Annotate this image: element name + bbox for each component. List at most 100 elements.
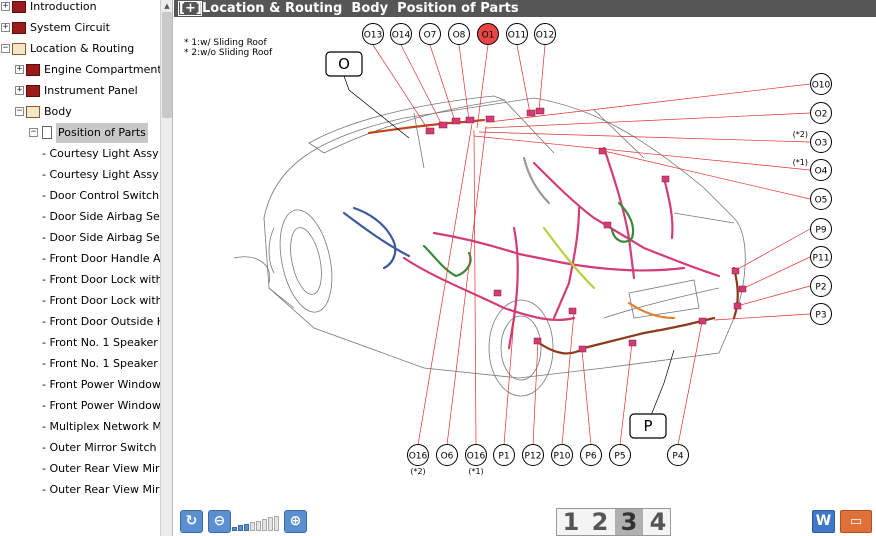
- connector-note: (*2): [410, 467, 425, 476]
- tree-item-label: Body: [44, 105, 72, 118]
- group-labels: O P: [325, 51, 667, 439]
- expand-icon[interactable]: +: [15, 65, 24, 74]
- tree-item[interactable]: + Introduction: [0, 0, 160, 17]
- zoom-step[interactable]: [232, 527, 237, 531]
- tree-item[interactable]: - Front Door Lock with Motor: [0, 270, 160, 290]
- tree-item[interactable]: - Courtesy Light Assy: [0, 144, 160, 164]
- footnote: * 1:w/ Sliding Roof: [184, 38, 267, 48]
- collapse-icon[interactable]: −: [15, 107, 24, 116]
- connector-p11[interactable]: P11: [810, 246, 832, 268]
- tree-item[interactable]: - Door Side Airbag Sensor: [0, 207, 160, 227]
- connector-o13[interactable]: O13: [362, 23, 384, 45]
- tree-item[interactable]: - Outer Rear View Mirror: [0, 459, 160, 479]
- zoom-step[interactable]: [238, 525, 243, 531]
- tree-item[interactable]: - Front Power Window Motor: [0, 375, 160, 395]
- tree-item[interactable]: - Courtesy Light Assy: [0, 165, 160, 185]
- connector-o10[interactable]: O10: [810, 73, 832, 95]
- tree-item[interactable]: − Position of Parts: [0, 123, 160, 143]
- connector-o5[interactable]: O5: [810, 188, 832, 210]
- zoom-in-button[interactable]: ⊕: [284, 510, 307, 533]
- connector-o8[interactable]: O8: [448, 23, 470, 45]
- tree-item-label: - Front No. 1 Speaker: [42, 357, 158, 370]
- footnote: * 2:w/o Sliding Roof: [184, 48, 273, 58]
- connector-o12[interactable]: O12: [534, 23, 556, 45]
- comment-icon: ▭: [849, 514, 863, 529]
- refresh-button[interactable]: ↻: [180, 510, 203, 533]
- tree-item-label: Position of Parts: [56, 123, 148, 143]
- tree-item[interactable]: - Multiplex Network Master Switch: [0, 417, 160, 437]
- connector-label: O4: [815, 167, 828, 177]
- comment-button[interactable]: ▭: [840, 510, 872, 533]
- zoom-step[interactable]: [250, 522, 255, 531]
- connector-o6[interactable]: O6: [436, 444, 458, 466]
- tree-item[interactable]: - Front Door Handle Assy: [0, 249, 160, 269]
- collapse-icon[interactable]: −: [1, 44, 10, 53]
- leader-line: [473, 129, 477, 446]
- tree-item[interactable]: − Location & Routing: [0, 39, 160, 59]
- zoom-level-indicator[interactable]: [232, 515, 282, 531]
- connector-o1[interactable]: O1: [477, 23, 499, 45]
- connector-label: O3: [815, 139, 828, 149]
- connector-o2[interactable]: O2: [810, 102, 832, 124]
- connector-o16[interactable]: O16: [465, 444, 487, 466]
- tree-item[interactable]: - Door Control Switch: [0, 186, 160, 206]
- tree-item[interactable]: - Front No. 1 Speaker: [0, 354, 160, 374]
- zoom-step[interactable]: [256, 520, 261, 531]
- expand-icon[interactable]: +: [15, 86, 24, 95]
- page-button-1[interactable]: 1: [557, 509, 585, 535]
- connector-p6[interactable]: P6: [580, 444, 602, 466]
- tree-item[interactable]: - Front Door Outside Handle: [0, 312, 160, 332]
- tree-item[interactable]: - Door Side Airbag Sensor: [0, 228, 160, 248]
- refresh-icon: ↻: [185, 513, 198, 529]
- scrollbar-thumb[interactable]: [162, 12, 172, 118]
- tree-item-label: - Front No. 1 Speaker: [42, 336, 158, 349]
- zoom-step[interactable]: [274, 515, 279, 531]
- zoom-step[interactable]: [244, 523, 249, 531]
- tree-item[interactable]: + Instrument Panel: [0, 81, 160, 101]
- leader-line: [736, 285, 811, 307]
- connector-p12[interactable]: P12: [522, 444, 544, 466]
- connector-label: P2: [815, 283, 826, 293]
- connector-p10[interactable]: P10: [551, 444, 573, 466]
- zoom-step[interactable]: [262, 519, 267, 531]
- connector-p3[interactable]: P3: [810, 303, 832, 325]
- expand-icon[interactable]: +: [1, 23, 10, 32]
- sidebar-scrollbar[interactable]: ▲: [160, 0, 172, 536]
- connector-p9[interactable]: P9: [810, 218, 832, 240]
- connector-callouts: O13 O14 O7 O8 O1 O11 O12 O10 O2 O3 (*2) O4 (*1) O5 P9 P…: [362, 23, 832, 476]
- tree-item[interactable]: − Body: [0, 102, 160, 122]
- leader-line: [538, 44, 546, 112]
- tree-item[interactable]: - Outer Mirror Switch: [0, 438, 160, 458]
- expand-button[interactable]: [+]: [178, 1, 202, 16]
- zoom-out-button[interactable]: ⊖: [208, 510, 231, 533]
- connector-p2[interactable]: P2: [810, 275, 832, 297]
- tree-item-label: Location & Routing: [30, 42, 135, 55]
- tree-item[interactable]: - Front Power Window Motor: [0, 396, 160, 416]
- zoom-step[interactable]: [268, 517, 273, 531]
- connector-p4[interactable]: P4: [667, 444, 689, 466]
- connector-p1[interactable]: P1: [493, 444, 515, 466]
- connector-o7[interactable]: O7: [419, 23, 441, 45]
- tree-item[interactable]: + System Circuit: [0, 18, 160, 38]
- scroll-up-arrow-icon[interactable]: ▲: [161, 0, 172, 12]
- tree-item[interactable]: - Front No. 1 Speaker: [0, 333, 160, 353]
- zoom-in-icon: ⊕: [289, 513, 302, 529]
- connector-p5[interactable]: P5: [609, 444, 631, 466]
- connector-o14[interactable]: O14: [390, 23, 412, 45]
- page-selector: 1234: [556, 508, 671, 536]
- word-button[interactable]: W: [812, 510, 835, 533]
- connector-o11[interactable]: O11: [506, 23, 528, 45]
- expand-icon[interactable]: +: [1, 2, 10, 11]
- connector-o4[interactable]: O4: [810, 159, 832, 181]
- tree-item[interactable]: - Front Door Lock with Motor: [0, 291, 160, 311]
- tree-item[interactable]: - Outer Rear View Mirror: [0, 480, 160, 500]
- tree-item[interactable]: + Engine Compartment: [0, 60, 160, 80]
- page-button-4[interactable]: 4: [644, 509, 672, 535]
- page-button-2[interactable]: 2: [586, 509, 614, 535]
- collapse-icon[interactable]: −: [29, 128, 38, 137]
- connector-o3[interactable]: O3: [810, 131, 832, 153]
- page-button-3[interactable]: 3: [615, 509, 643, 535]
- connector-o16[interactable]: O16: [407, 444, 429, 466]
- tree-item-label: - Front Door Lock with Motor: [42, 273, 160, 286]
- tree-item-label: Engine Compartment: [44, 63, 160, 76]
